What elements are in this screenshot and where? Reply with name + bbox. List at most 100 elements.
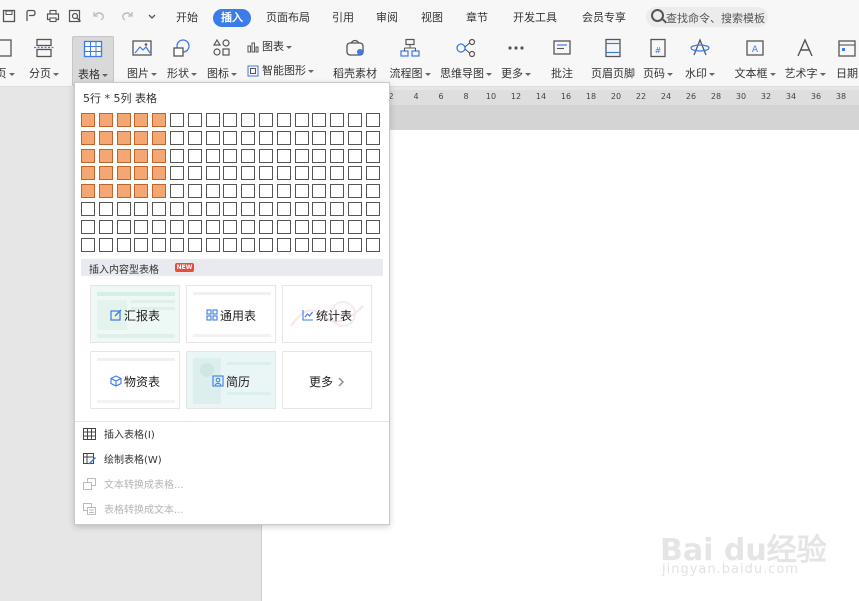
table-grid-cell[interactable]: [223, 184, 238, 199]
chart-button[interactable]: 图表: [247, 39, 292, 55]
table-grid-cell[interactable]: [187, 130, 202, 145]
table-grid-cell[interactable]: [116, 219, 131, 234]
table-grid-cell[interactable]: [330, 148, 345, 163]
table-grid-cell[interactable]: [312, 166, 327, 181]
table-grid-cell[interactable]: [170, 166, 184, 181]
picture-button[interactable]: 图片: [124, 36, 160, 84]
table-grid-cell[interactable]: [330, 219, 345, 234]
table-grid-cell[interactable]: [312, 148, 327, 163]
table-grid-cell[interactable]: [365, 113, 380, 127]
table-grid-cell[interactable]: [81, 148, 95, 163]
table-grid-cell[interactable]: [330, 202, 345, 216]
table-grid-cell[interactable]: [134, 130, 149, 145]
materials-table-card[interactable]: 物资表: [90, 351, 180, 409]
table-grid-cell[interactable]: [187, 202, 202, 216]
table-grid-cell[interactable]: [259, 166, 273, 181]
table-grid-cell[interactable]: [365, 166, 380, 181]
table-grid-cell[interactable]: [330, 113, 345, 127]
table-grid-cell[interactable]: [259, 184, 273, 199]
table-grid-cell[interactable]: [365, 148, 380, 163]
tab-home[interactable]: 开始: [168, 9, 206, 27]
report-table-card[interactable]: 汇报表: [90, 285, 180, 343]
table-grid-cell[interactable]: [152, 237, 167, 252]
table-grid-cell[interactable]: [81, 219, 95, 234]
table-grid-cell[interactable]: [152, 202, 167, 216]
table-grid-cell[interactable]: [170, 219, 184, 234]
table-grid-cell[interactable]: [330, 166, 345, 181]
table-grid-cell[interactable]: [170, 202, 184, 216]
table-grid-cell[interactable]: [81, 166, 95, 181]
table-grid-cell[interactable]: [330, 184, 345, 199]
material-button[interactable]: 稻壳素材: [330, 36, 380, 84]
table-grid-cell[interactable]: [223, 113, 238, 127]
table-grid-cell[interactable]: [81, 130, 95, 145]
date-button[interactable]: 日期: [832, 36, 859, 84]
more-templates-card[interactable]: 更多: [282, 351, 372, 409]
table-grid-cell[interactable]: [152, 113, 167, 127]
table-grid-cell[interactable]: [223, 166, 238, 181]
table-grid-cell[interactable]: [170, 184, 184, 199]
tab-member[interactable]: 会员专享: [574, 9, 634, 27]
comment-button[interactable]: 批注: [546, 36, 578, 84]
page-button[interactable]: 页: [0, 36, 16, 84]
table-grid-cell[interactable]: [348, 130, 362, 145]
table-grid-cell[interactable]: [312, 113, 327, 127]
more-insert-button[interactable]: 更多: [498, 36, 534, 84]
header-footer-button[interactable]: 页眉页脚: [588, 36, 638, 84]
table-grid-cell[interactable]: [116, 148, 131, 163]
table-grid-cell[interactable]: [365, 184, 380, 199]
table-grid-cell[interactable]: [365, 237, 380, 252]
table-grid-cell[interactable]: [365, 219, 380, 234]
table-grid-cell[interactable]: [134, 237, 149, 252]
table-grid-cell[interactable]: [205, 219, 220, 234]
command-search[interactable]: 查找命令、搜索模板: [646, 7, 768, 27]
table-grid-cell[interactable]: [241, 130, 256, 145]
undo-icon[interactable]: [92, 9, 106, 23]
table-grid-cell[interactable]: [259, 202, 273, 216]
table-grid-cell[interactable]: [365, 202, 380, 216]
table-grid-cell[interactable]: [276, 113, 291, 127]
table-grid-cell[interactable]: [170, 113, 184, 127]
table-grid-cell[interactable]: [276, 166, 291, 181]
table-grid-cell[interactable]: [294, 130, 309, 145]
tab-sections[interactable]: 章节: [458, 9, 496, 27]
table-grid-cell[interactable]: [116, 202, 131, 216]
table-grid-cell[interactable]: [348, 113, 362, 127]
table-grid-cell[interactable]: [312, 184, 327, 199]
table-grid-cell[interactable]: [259, 113, 273, 127]
table-grid-cell[interactable]: [241, 237, 256, 252]
table-grid-cell[interactable]: [276, 237, 291, 252]
table-grid-cell[interactable]: [152, 184, 167, 199]
table-grid-cell[interactable]: [312, 237, 327, 252]
page-break-button[interactable]: 分页: [26, 36, 62, 84]
mindmap-button[interactable]: 思维导图: [438, 36, 494, 84]
table-grid-cell[interactable]: [259, 219, 273, 234]
redo-icon[interactable]: [120, 9, 134, 23]
table-grid-cell[interactable]: [276, 130, 291, 145]
table-grid-cell[interactable]: [116, 166, 131, 181]
table-grid-cell[interactable]: [187, 219, 202, 234]
table-grid-cell[interactable]: [187, 113, 202, 127]
table-grid-cell[interactable]: [276, 148, 291, 163]
smart-art-button[interactable]: 智能图形: [247, 63, 314, 79]
save-icon[interactable]: [2, 9, 16, 23]
table-grid-cell[interactable]: [294, 184, 309, 199]
table-grid-cell[interactable]: [276, 184, 291, 199]
resume-card[interactable]: 简历: [186, 351, 276, 409]
table-grid-cell[interactable]: [98, 237, 113, 252]
table-grid-cell[interactable]: [205, 237, 220, 252]
print-preview-icon[interactable]: [68, 9, 82, 23]
tab-insert[interactable]: 插入: [213, 9, 251, 27]
table-grid-cell[interactable]: [134, 148, 149, 163]
table-grid-cell[interactable]: [170, 237, 184, 252]
page-number-button[interactable]: # 页码: [640, 36, 676, 84]
table-grid-cell[interactable]: [276, 202, 291, 216]
table-grid-cell[interactable]: [98, 219, 113, 234]
table-grid-cell[interactable]: [205, 148, 220, 163]
table-grid-cell[interactable]: [205, 166, 220, 181]
textbox-button[interactable]: A 文本框: [732, 36, 778, 84]
table-grid-cell[interactable]: [98, 166, 113, 181]
table-grid-cell[interactable]: [205, 184, 220, 199]
table-grid-cell[interactable]: [134, 113, 149, 127]
table-grid-cell[interactable]: [81, 237, 95, 252]
